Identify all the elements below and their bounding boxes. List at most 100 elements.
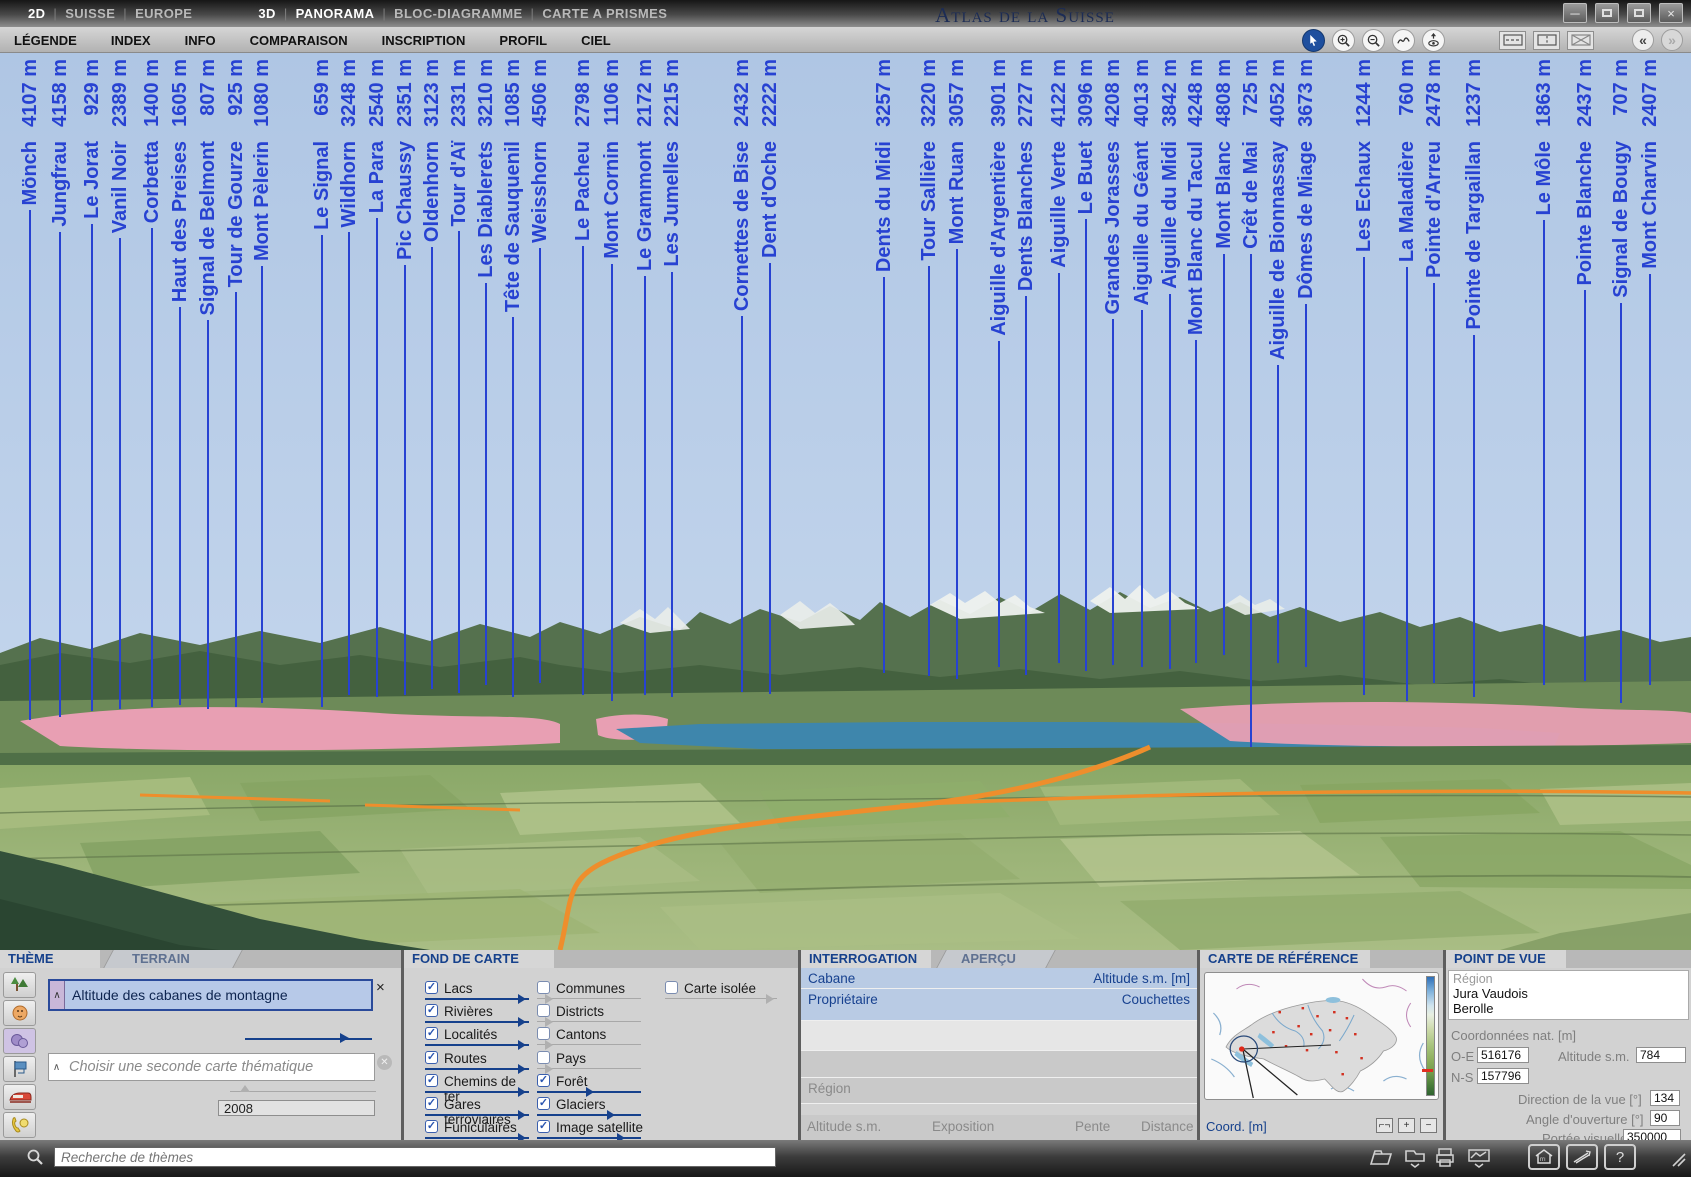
zoom-in-tool-button[interactable] bbox=[1332, 29, 1355, 52]
theme-opacity-slider[interactable] bbox=[245, 1038, 372, 1040]
layer-opacity-slider[interactable] bbox=[425, 998, 529, 1000]
year-input[interactable] bbox=[218, 1100, 375, 1116]
close-button[interactable]: × bbox=[1659, 3, 1683, 23]
theme-category-communication-icon[interactable] bbox=[3, 1112, 36, 1138]
chevron-up-icon[interactable]: ∧ bbox=[50, 981, 65, 1009]
layer-opacity-slider[interactable] bbox=[425, 1091, 529, 1093]
layer-checkbox-lacs[interactable]: ✓ bbox=[425, 981, 438, 994]
view-tab-panorama[interactable]: PANORAMA bbox=[292, 6, 379, 21]
split-horizontal-button[interactable] bbox=[1499, 31, 1526, 50]
layer-checkbox-communes[interactable] bbox=[537, 981, 550, 994]
layer-checkbox-chemins-de-fer[interactable]: ✓ bbox=[425, 1074, 438, 1087]
pan-terrain-tool-button[interactable] bbox=[1392, 29, 1415, 52]
menu-comparaison[interactable]: COMPARAISON bbox=[250, 33, 348, 48]
view-tab-2d[interactable]: 2D bbox=[24, 6, 49, 21]
menu-index[interactable]: INDEX bbox=[111, 33, 151, 48]
layer-opacity-slider[interactable] bbox=[537, 1044, 641, 1045]
panorama-view[interactable]: 4107 mMönch4158 mJungfrau929 mLe Jorat23… bbox=[0, 53, 1691, 950]
view-tab-bloc-diagramme[interactable]: BLOC-DIAGRAMME bbox=[390, 6, 526, 21]
layer-opacity-slider[interactable] bbox=[537, 998, 641, 999]
collapse-panels-button[interactable]: « bbox=[1632, 29, 1654, 51]
layer-checkbox-glaciers[interactable]: ✓ bbox=[537, 1097, 550, 1110]
direction-input[interactable] bbox=[1650, 1090, 1680, 1106]
expand-panels-button[interactable]: » bbox=[1661, 29, 1683, 51]
year-slider[interactable] bbox=[230, 1091, 376, 1092]
theme-category-society-icon[interactable] bbox=[3, 1028, 36, 1054]
layer-checkbox-for-t[interactable]: ✓ bbox=[537, 1074, 550, 1087]
full-extent-button[interactable]: ⌐¬ bbox=[1376, 1118, 1393, 1133]
layer-opacity-slider[interactable] bbox=[537, 1114, 641, 1116]
layer-opacity-slider[interactable] bbox=[425, 1021, 529, 1023]
maximize-button[interactable] bbox=[1627, 3, 1651, 23]
menu-info[interactable]: INFO bbox=[185, 33, 216, 48]
menu-ciel[interactable]: CIEL bbox=[581, 33, 611, 48]
theme-search-input[interactable] bbox=[54, 1147, 776, 1167]
eye-elevation-tool-button[interactable] bbox=[1422, 29, 1445, 52]
theme-category-nature-icon[interactable] bbox=[3, 972, 36, 998]
minimize-button[interactable]: ─ bbox=[1563, 3, 1587, 23]
peak-label-tour-d-a-: 2331 mTour d'Aï bbox=[446, 59, 472, 699]
layer-opacity-slider[interactable] bbox=[665, 998, 777, 999]
pdv-title: POINT DE VUE bbox=[1454, 951, 1546, 966]
menu-inscription[interactable]: INSCRIPTION bbox=[382, 33, 466, 48]
theme-opacity-slider-handle[interactable] bbox=[340, 1033, 349, 1043]
slider-handle[interactable] bbox=[766, 994, 774, 1004]
second-theme-select[interactable]: ∧ Choisir une seconde carte thématique bbox=[48, 1053, 375, 1081]
layer-opacity-slider[interactable] bbox=[537, 1091, 641, 1093]
zoom-out-tool-button[interactable] bbox=[1362, 29, 1385, 52]
layer-opacity-slider[interactable] bbox=[537, 1068, 641, 1069]
layer-opacity-slider[interactable] bbox=[425, 1114, 529, 1116]
layer-checkbox-rivi-res[interactable]: ✓ bbox=[425, 1004, 438, 1017]
layer-opacity-slider[interactable] bbox=[425, 1044, 529, 1046]
layer-checkbox-routes[interactable]: ✓ bbox=[425, 1051, 438, 1064]
menu-profil[interactable]: PROFIL bbox=[499, 33, 547, 48]
layer-checkbox-image-satellite[interactable]: ✓ bbox=[537, 1120, 550, 1133]
remove-theme-button[interactable]: × bbox=[376, 979, 385, 996]
layer-checkbox-localit-s[interactable]: ✓ bbox=[425, 1027, 438, 1040]
layer-checkbox-cantons[interactable] bbox=[537, 1027, 550, 1040]
measure-button[interactable] bbox=[1566, 1144, 1598, 1170]
peak-altitude: 1237 m bbox=[1461, 59, 1487, 127]
view-tab-europe[interactable]: EUROPE bbox=[131, 6, 196, 21]
peak-name: Le Signal bbox=[309, 141, 335, 230]
split-vertical-button[interactable] bbox=[1533, 31, 1560, 50]
layer-opacity-slider[interactable] bbox=[425, 1137, 529, 1139]
ns-input[interactable] bbox=[1477, 1068, 1529, 1084]
layer-checkbox-funiculaires[interactable]: ✓ bbox=[425, 1120, 438, 1133]
peak-label-mont-ruan: 3057 mMont Ruan bbox=[944, 59, 970, 685]
cursor-tool-button[interactable] bbox=[1302, 29, 1325, 52]
theme-category-politics-icon[interactable] bbox=[3, 1056, 36, 1082]
view-tab-carte-a-prismes[interactable]: CARTE A PRISMES bbox=[538, 6, 671, 21]
theme-category-population-icon[interactable] bbox=[3, 1000, 36, 1026]
close-split-button[interactable] bbox=[1567, 31, 1594, 50]
map-zoom-in-button[interactable]: + bbox=[1398, 1118, 1415, 1133]
oe-input[interactable] bbox=[1477, 1047, 1529, 1063]
layer-checkbox-pays[interactable] bbox=[537, 1051, 550, 1064]
restore-button[interactable] bbox=[1595, 3, 1619, 23]
resize-grip-icon[interactable] bbox=[1667, 1148, 1687, 1168]
chevron-up-icon[interactable]: ∧ bbox=[49, 1054, 64, 1080]
clear-second-theme-button[interactable]: ✕ bbox=[377, 1055, 392, 1070]
angle-input[interactable] bbox=[1650, 1110, 1680, 1126]
print-icon[interactable] bbox=[1434, 1146, 1458, 1168]
profile-chart-icon[interactable] bbox=[1466, 1146, 1492, 1168]
map-zoom-out-button[interactable]: − bbox=[1420, 1118, 1437, 1133]
layer-opacity-slider[interactable] bbox=[537, 1137, 641, 1139]
theme-select[interactable]: ∧ Altitude des cabanes de montagne bbox=[48, 979, 373, 1011]
help-button[interactable]: ? bbox=[1604, 1144, 1636, 1170]
view-tab-suisse[interactable]: SUISSE bbox=[61, 6, 119, 21]
layer-checkbox-districts[interactable] bbox=[537, 1004, 550, 1017]
open-folder-icon[interactable] bbox=[1368, 1146, 1394, 1168]
layer-checkbox-gares-ferroviaires[interactable]: ✓ bbox=[425, 1097, 438, 1110]
layer-opacity-slider[interactable] bbox=[537, 1021, 641, 1022]
altitude-input[interactable] bbox=[1636, 1047, 1686, 1063]
layer-checkbox-carte-isol-e[interactable] bbox=[665, 981, 678, 994]
panorama-home-button[interactable]: rrı bbox=[1528, 1144, 1560, 1170]
menu-l-gende[interactable]: LÉGENDE bbox=[14, 33, 77, 48]
reference-map[interactable] bbox=[1204, 972, 1439, 1100]
year-slider-handle[interactable] bbox=[240, 1085, 250, 1092]
theme-category-transport-icon[interactable] bbox=[3, 1084, 36, 1110]
layer-opacity-slider[interactable] bbox=[425, 1068, 529, 1070]
export-folder-icon[interactable] bbox=[1402, 1146, 1428, 1168]
view-tab-3d[interactable]: 3D bbox=[254, 6, 279, 21]
